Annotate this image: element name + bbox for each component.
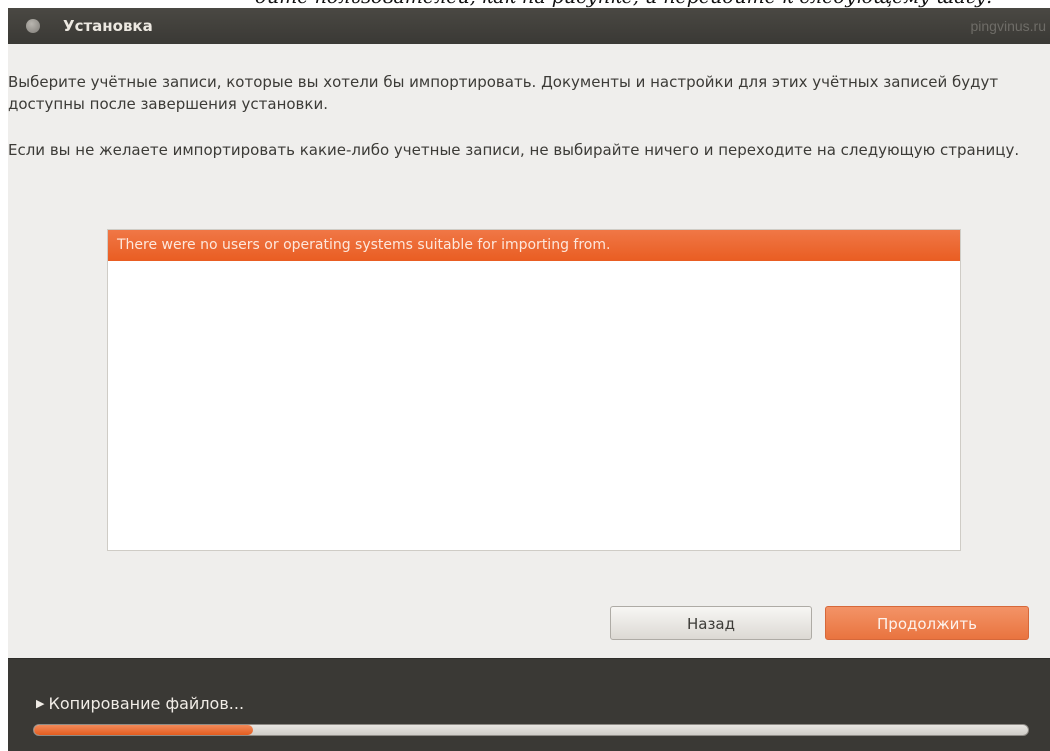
watermark: pingvinus.ru	[970, 18, 1047, 34]
main-content: Выберите учётные записи, которые вы хоте…	[8, 44, 1050, 666]
back-button[interactable]: Назад	[610, 606, 812, 640]
progress-expander[interactable]: ▶ Копирование файлов...	[36, 694, 244, 713]
progress-bar	[33, 724, 1029, 736]
document-caption-strip: дите пользователей, как на рисунке, и пе…	[0, 0, 1050, 8]
close-icon[interactable]	[26, 19, 40, 33]
skip-hint-text: Если вы не желаете импортировать какие-л…	[8, 141, 1020, 159]
installer-window: Установка pingvinus.ru Выберите учётные …	[8, 8, 1050, 751]
import-accounts-list[interactable]: There were no users or operating systems…	[107, 229, 961, 551]
title-bar[interactable]: Установка pingvinus.ru	[8, 8, 1050, 44]
progress-bar-fill	[34, 725, 253, 735]
window-title: Установка	[63, 17, 153, 35]
expander-arrow-icon[interactable]: ▶	[36, 697, 44, 710]
progress-label-text: Копирование файлов...	[48, 694, 245, 713]
progress-panel: ▶ Копирование файлов...	[8, 658, 1050, 751]
continue-button[interactable]: Продолжить	[825, 606, 1029, 640]
instruction-text: Выберите учётные записи, которые вы хоте…	[8, 73, 999, 113]
divider	[8, 658, 1050, 659]
list-item[interactable]: There were no users or operating systems…	[108, 230, 960, 261]
document-caption: дите пользователей, как на рисунке, и пе…	[255, 0, 992, 8]
